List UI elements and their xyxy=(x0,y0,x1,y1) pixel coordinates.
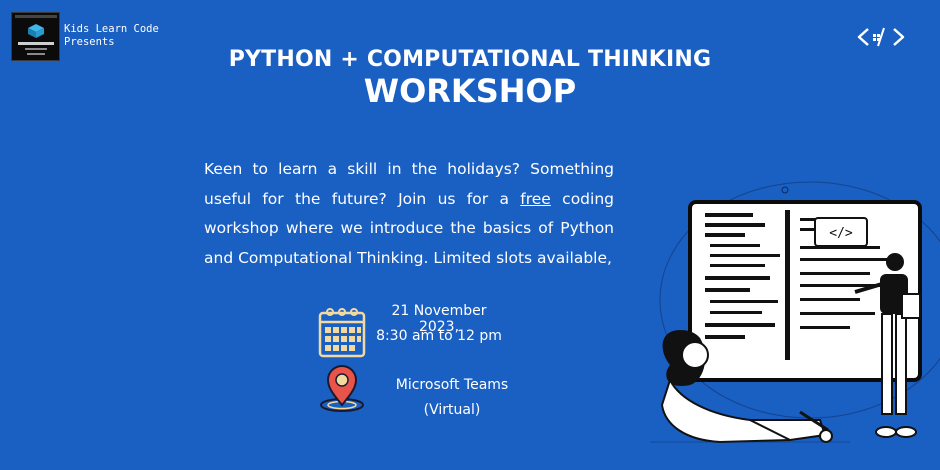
coding-illustration: </> xyxy=(650,181,940,444)
workshop-subtitle: WORKSHOP xyxy=(363,72,577,110)
code-tag-text: </> xyxy=(829,226,853,241)
location-mode: (Virtual) xyxy=(423,402,481,418)
presenter-name: Kids Learn Code xyxy=(64,23,159,35)
workshop-title: PYTHON + COMPUTATIONAL THINKING xyxy=(228,47,712,72)
presenter-text: Kids Learn Code Presents xyxy=(64,23,159,49)
workshop-description: Keen to learn a skill in the holidays? S… xyxy=(204,155,614,273)
calendar-icon xyxy=(318,308,366,358)
event-time: 8:30 am to 12 pm xyxy=(376,328,502,344)
description-free-emphasis: free xyxy=(520,189,551,208)
code-brackets-icon xyxy=(857,27,905,47)
logo-cube-icon xyxy=(28,24,44,38)
location-platform: Microsoft Teams xyxy=(395,377,509,393)
location-pin-icon xyxy=(320,365,364,412)
